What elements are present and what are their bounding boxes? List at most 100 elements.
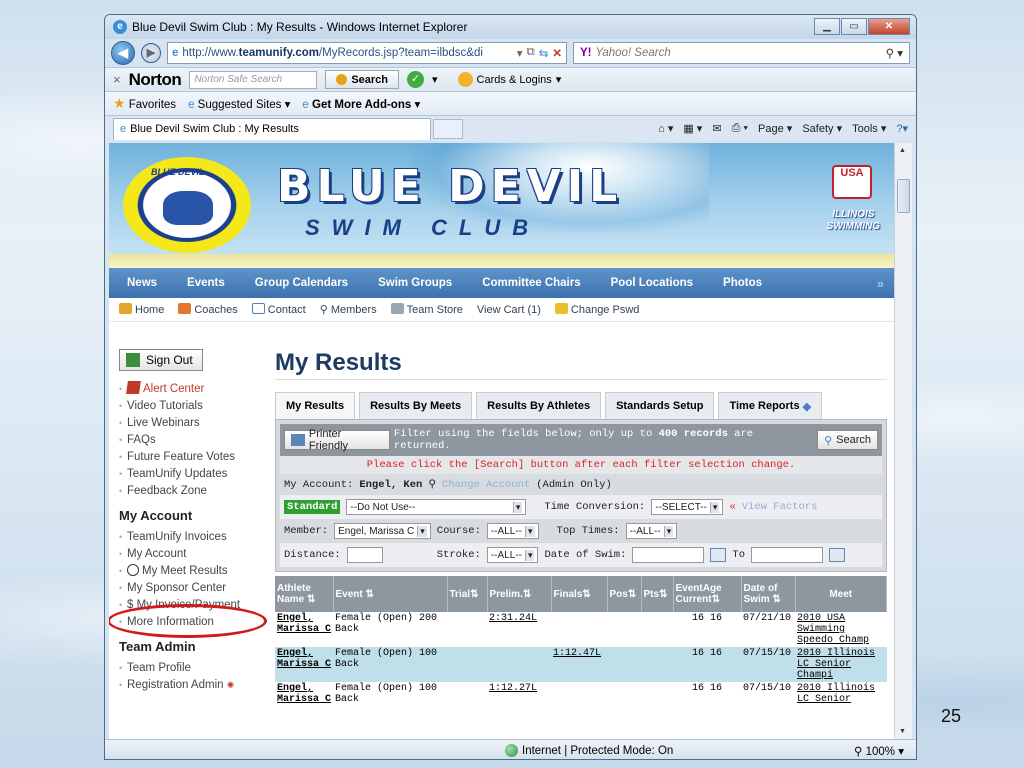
nav-group-calendars[interactable]: Group Calendars [255, 277, 348, 289]
forward-button[interactable]: ▶ [141, 43, 161, 63]
athlete-link[interactable]: Engel, Marissa C [277, 683, 331, 705]
sidebar-my-meet-results[interactable]: My Meet Results [119, 563, 269, 580]
address-bar[interactable]: e http://www. teamunify.com/MyRecords.jsp… [167, 42, 567, 64]
col-date[interactable]: Date of Swim ⇅ [741, 576, 796, 612]
subnav-home[interactable]: Home [119, 303, 164, 316]
finals-time-link[interactable]: 1:12.47L [553, 648, 601, 659]
meet-link[interactable]: 2010 Illinois LC Senior Champi [797, 648, 875, 681]
new-tab-button[interactable] [433, 118, 463, 139]
standard-select[interactable]: --Do Not Use-- [346, 499, 527, 515]
chevron-down-icon[interactable]: ▾ [432, 73, 438, 86]
sidebar-my-sponsor-center[interactable]: My Sponsor Center [119, 580, 269, 597]
vertical-scrollbar[interactable]: ▲ ▼ [894, 143, 912, 739]
athlete-link[interactable]: Engel, Marissa C [277, 648, 331, 670]
col-pts[interactable]: Pts⇅ [641, 576, 674, 612]
print-icon[interactable]: ⎙ ▾ [732, 122, 748, 135]
cards-logins-button[interactable]: Cards & Logins ▾ [457, 72, 561, 87]
meet-link[interactable]: 2010 USA Swimming Speedo Champ [797, 613, 869, 646]
member-select[interactable]: Engel, Marissa C [334, 523, 431, 539]
security-zone[interactable]: Internet | Protected Mode: On [505, 744, 673, 757]
safety-menu[interactable]: Safety ▾ [802, 122, 842, 135]
dropdown-arrow-icon[interactable]: ▾ [517, 46, 523, 60]
close-button[interactable]: ✕ [868, 18, 910, 35]
subnav-team-store[interactable]: Team Store [390, 303, 463, 316]
time-conversion-select[interactable]: --SELECT-- [651, 499, 724, 515]
tab-standards-setup[interactable]: Standards Setup [605, 392, 715, 419]
maximize-button[interactable]: ▭ [841, 18, 867, 35]
help-icon[interactable]: ?▾ [896, 122, 908, 135]
calendar-icon[interactable] [710, 548, 727, 562]
col-pos[interactable]: Pos⇅ [607, 576, 642, 612]
tab-my-results[interactable]: My Results [275, 392, 356, 419]
sidebar-future-feature-votes[interactable]: Future Feature Votes [119, 449, 269, 466]
scroll-down-icon[interactable]: ▼ [899, 728, 906, 735]
get-more-addons-button[interactable]: e Get More Add-ons ▾ [302, 97, 420, 111]
col-eventage[interactable]: EventAge Current⇅ [673, 576, 742, 612]
sidebar-registration-admin[interactable]: Registration Admin ✺ [119, 677, 269, 694]
calendar-icon[interactable] [829, 548, 846, 562]
yahoo-search-box[interactable]: Y! Yahoo! Search ⚲ ▾ [573, 42, 910, 64]
subnav-coaches[interactable]: Coaches [178, 303, 238, 316]
home-icon[interactable]: ⌂ ▾ [658, 122, 673, 135]
scroll-up-icon[interactable]: ▲ [899, 147, 906, 154]
subnav-view-cart[interactable]: View Cart (1) [477, 304, 541, 316]
athlete-link[interactable]: Engel, Marissa C [277, 613, 331, 635]
browser-tab[interactable]: e Blue Devil Swim Club : My Results [113, 117, 431, 140]
search-button[interactable]: ⚲ Search [817, 430, 878, 450]
suggested-sites-button[interactable]: e Suggested Sites ▾ [188, 97, 290, 111]
tab-results-by-meets[interactable]: Results By Meets [359, 392, 473, 419]
date-to-input[interactable] [751, 547, 824, 563]
minimize-button[interactable]: ▁ [814, 18, 840, 35]
sidebar-teamunify-invoices[interactable]: TeamUnify Invoices [119, 529, 269, 546]
back-button[interactable]: ◀ [111, 41, 135, 65]
meet-link[interactable]: 2010 Illinois LC Senior [797, 683, 875, 705]
course-select[interactable]: --ALL-- [486, 523, 539, 539]
subnav-change-pswd[interactable]: Change Pswd [554, 303, 639, 316]
sidebar-alert-center[interactable]: Alert Center [119, 381, 269, 398]
compat-view-icon[interactable]: ⧉ [527, 46, 535, 60]
feeds-icon[interactable]: ▦ ▾ [683, 122, 702, 135]
mail-icon[interactable]: ✉ [712, 122, 721, 135]
tab-results-by-athletes[interactable]: Results By Athletes [476, 392, 602, 419]
close-toolbar-icon[interactable]: × [113, 72, 121, 87]
norton-search-input[interactable]: Norton Safe Search [189, 70, 318, 89]
zoom-control[interactable]: ⚲ 100% ▾ [854, 744, 904, 758]
stop-icon[interactable]: ✕ [552, 46, 562, 60]
subnav-contact[interactable]: Contact [251, 303, 306, 316]
col-finals[interactable]: Finals⇅ [551, 576, 608, 612]
sidebar-live-webinars[interactable]: Live Webinars [119, 415, 269, 432]
norton-search-button[interactable]: Search [325, 70, 400, 89]
favorites-button[interactable]: ★ Favorites [113, 95, 176, 112]
view-factors-link[interactable]: View Factors [742, 501, 818, 513]
date-from-input[interactable] [632, 547, 705, 563]
search-icon[interactable]: ⚲ ▾ [886, 46, 903, 60]
scroll-thumb[interactable] [897, 179, 910, 213]
nav-news[interactable]: News [127, 277, 157, 289]
nav-more-icon[interactable]: » [877, 276, 884, 291]
stroke-select[interactable]: --ALL-- [486, 547, 539, 563]
sidebar-faqs[interactable]: FAQs [119, 432, 269, 449]
sidebar-teamunify-updates[interactable]: TeamUnify Updates [119, 466, 269, 483]
nav-pool-locations[interactable]: Pool Locations [611, 277, 693, 289]
club-logo[interactable]: BLUE DEVIL [123, 157, 251, 253]
nav-photos[interactable]: Photos [723, 277, 762, 289]
nav-committee-chairs[interactable]: Committee Chairs [482, 277, 580, 289]
nav-events[interactable]: Events [187, 277, 225, 289]
col-prelim[interactable]: Prelim.⇅ [487, 576, 552, 612]
prelim-time-link[interactable]: 1:12.27L [489, 683, 537, 694]
col-event[interactable]: Event ⇅ [333, 576, 448, 612]
sign-out-button[interactable]: Sign Out [119, 349, 203, 371]
change-account-link[interactable]: Change Account [442, 479, 530, 491]
printer-friendly-button[interactable]: Printer Friendly [284, 428, 390, 452]
page-menu[interactable]: Page ▾ [758, 122, 792, 135]
sidebar-team-profile[interactable]: Team Profile [119, 660, 269, 677]
col-trial[interactable]: Trial⇅ [447, 576, 488, 612]
tools-menu[interactable]: Tools ▾ [852, 122, 886, 135]
prelim-time-link[interactable]: 2:31.24L [489, 613, 537, 624]
norton-check-icon[interactable]: ✓ [407, 71, 425, 88]
sidebar-video-tutorials[interactable]: Video Tutorials [119, 398, 269, 415]
sidebar-feedback-zone[interactable]: Feedback Zone [119, 483, 269, 500]
subnav-members[interactable]: ⚲ Members [320, 303, 377, 316]
distance-input[interactable] [346, 547, 383, 563]
nav-swim-groups[interactable]: Swim Groups [378, 277, 452, 289]
